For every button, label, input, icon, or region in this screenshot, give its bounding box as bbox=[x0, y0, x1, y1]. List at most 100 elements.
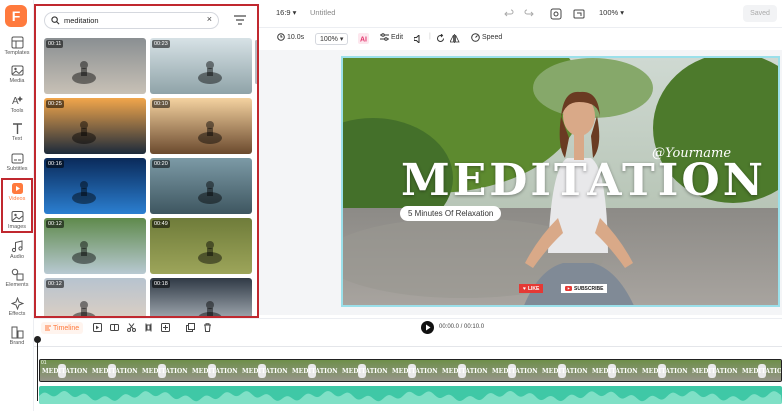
track-frame: MEDITATION bbox=[390, 360, 440, 381]
duration-value: 10.0s bbox=[287, 33, 305, 41]
panel-scrollbar[interactable] bbox=[255, 40, 257, 84]
rail-item-tools[interactable]: A Tools bbox=[2, 94, 32, 114]
video-title-text[interactable]: MEDITATION bbox=[401, 155, 763, 206]
video-thumbnail-grass[interactable]: 00:49 bbox=[150, 218, 252, 274]
track-index: 01 bbox=[41, 360, 47, 366]
templates-icon bbox=[11, 36, 23, 49]
video-canvas[interactable]: @Yourname MEDITATION 5 Minutes Of Relaxa… bbox=[341, 56, 780, 307]
track-frame: MEDITATION bbox=[590, 360, 640, 381]
capture-icon[interactable] bbox=[550, 8, 562, 20]
track-frame: MEDITATION bbox=[440, 360, 490, 381]
frame-title: MEDITATION bbox=[742, 368, 782, 375]
video-thumbnail-coast-pose[interactable]: 00:20 bbox=[150, 158, 252, 214]
track-frame: MEDITATION bbox=[540, 360, 590, 381]
filter-icon[interactable] bbox=[233, 13, 247, 27]
track-frame: MEDITATION bbox=[140, 360, 190, 381]
frame-title: MEDITATION bbox=[42, 368, 88, 375]
rail-item-brand[interactable]: Brand bbox=[2, 326, 32, 346]
top-toolbar: 16:9 ▾ Untitled 100% ▾ Saved bbox=[259, 0, 782, 28]
rail-item-text[interactable]: Text bbox=[2, 122, 32, 142]
video-thumbnail-yoga-deck[interactable]: 00:23 bbox=[150, 38, 252, 94]
redo-icon[interactable] bbox=[524, 9, 534, 19]
frame-title: MEDITATION bbox=[492, 368, 538, 375]
flip-icon[interactable] bbox=[450, 34, 460, 43]
rail-label: Text bbox=[11, 136, 23, 142]
timeline-icon bbox=[45, 325, 51, 331]
play-button[interactable] bbox=[421, 321, 434, 334]
trim-icon[interactable] bbox=[144, 323, 153, 332]
playhead-line[interactable] bbox=[37, 337, 38, 401]
timeline-toggle[interactable]: Timeline bbox=[41, 322, 84, 334]
search-icon bbox=[51, 16, 60, 25]
freeze-frame-icon[interactable] bbox=[161, 323, 170, 332]
app-logo[interactable]: F bbox=[5, 5, 27, 27]
rail-label: Effects bbox=[8, 311, 26, 317]
video-track-clip[interactable]: MEDITATION MEDITATION MEDITATION MEDITATION… bbox=[39, 359, 782, 382]
play-clip-icon[interactable] bbox=[93, 323, 102, 332]
track-frame: MEDITATION bbox=[490, 360, 540, 381]
search-input[interactable]: meditation bbox=[64, 16, 99, 25]
speed-label: Speed bbox=[482, 34, 503, 41]
track-frame: MEDITATION bbox=[90, 360, 140, 381]
speed-button[interactable]: Speed bbox=[471, 33, 502, 42]
duration-badge: 00:11 bbox=[46, 40, 64, 48]
track-frame: MEDITATION bbox=[740, 360, 782, 381]
audio-icon bbox=[11, 240, 23, 253]
video-thumbnail-meadow[interactable]: 00:12 bbox=[44, 218, 146, 274]
rail-item-subtitles[interactable]: Subtitles bbox=[2, 152, 32, 172]
like-sticker[interactable]: ♥ LIKE bbox=[519, 284, 544, 293]
undo-icon[interactable] bbox=[504, 9, 514, 19]
tools-icon: A bbox=[12, 96, 23, 107]
frame-title: MEDITATION bbox=[592, 368, 638, 375]
scissors-icon[interactable] bbox=[127, 323, 136, 332]
video-thumbnail-silhouette[interactable]: 00:10 bbox=[150, 98, 252, 154]
toolbar-divider: | bbox=[429, 33, 431, 40]
effects-icon bbox=[10, 297, 24, 310]
duplicate-icon[interactable] bbox=[186, 323, 195, 332]
rail-item-media[interactable]: Media bbox=[2, 64, 32, 84]
ai-magic-icon[interactable]: AI bbox=[358, 33, 369, 44]
project-title[interactable]: Untitled bbox=[310, 8, 335, 17]
duration-badge: 00:12 bbox=[46, 280, 64, 288]
volume-icon[interactable] bbox=[414, 35, 424, 43]
media-panel: meditation × 00:11 00:23 00:25 00:10 00:16 00… bbox=[34, 4, 259, 318]
frame-title: MEDITATION bbox=[192, 368, 238, 375]
subscribe-sticker[interactable]: SUBSCRIBE bbox=[561, 284, 608, 293]
video-thumbnail-cosmic[interactable]: 00:16 bbox=[44, 158, 146, 214]
timeline-ruler[interactable] bbox=[34, 337, 782, 347]
canvas-toolbar: 10.0s 100% ▾ AI Edit | Speed bbox=[259, 28, 782, 50]
duration-badge: 00:18 bbox=[152, 280, 170, 288]
video-thumbnail-lakeside[interactable]: 00:18 bbox=[150, 278, 252, 316]
aspect-ratio-select[interactable]: 16:9 ▾ bbox=[276, 8, 296, 17]
delete-icon[interactable] bbox=[203, 323, 212, 332]
video-thumbnail-sunset-pier[interactable]: 00:25 bbox=[44, 98, 146, 154]
frame-title: MEDITATION bbox=[692, 368, 738, 375]
rail-item-elements[interactable]: Elements bbox=[2, 268, 32, 288]
track-frame: MEDITATION bbox=[340, 360, 390, 381]
duration-badge: 00:10 bbox=[152, 100, 170, 108]
rail-item-effects[interactable]: Effects bbox=[2, 297, 32, 317]
timeline-panel: Timeline 00:00.0 / 00:10.0 01 MEDITATION… bbox=[34, 318, 782, 411]
zoom-select[interactable]: 100% ▾ bbox=[599, 8, 624, 17]
edit-button[interactable]: Edit bbox=[380, 33, 403, 41]
clear-search-icon[interactable]: × bbox=[207, 14, 212, 24]
video-thumbnail-hands[interactable]: 00:11 bbox=[44, 38, 146, 94]
svg-text:A: A bbox=[12, 96, 19, 107]
fit-screen-icon[interactable] bbox=[573, 8, 585, 20]
duration-badge: 00:12 bbox=[46, 220, 64, 228]
video-subtitle-text[interactable]: 5 Minutes Of Relaxation bbox=[400, 206, 502, 221]
rotate-icon[interactable] bbox=[436, 34, 445, 43]
track-frame: MEDITATION bbox=[190, 360, 240, 381]
duration-control[interactable]: 10.0s bbox=[277, 33, 304, 41]
search-field[interactable]: meditation × bbox=[44, 12, 219, 29]
video-thumbnail-warm-field[interactable]: 00:12 bbox=[44, 278, 146, 316]
split-view-icon[interactable] bbox=[110, 323, 119, 332]
rail-item-audio[interactable]: Audio bbox=[2, 240, 32, 260]
saved-button[interactable]: Saved bbox=[743, 5, 777, 22]
track-frame: MEDITATION bbox=[640, 360, 690, 381]
rail-item-templates[interactable]: Templates bbox=[2, 36, 32, 56]
scale-select[interactable]: 100% ▾ bbox=[315, 33, 349, 45]
audio-track[interactable] bbox=[39, 386, 782, 404]
clock-icon bbox=[277, 33, 285, 41]
text-icon bbox=[12, 123, 22, 134]
